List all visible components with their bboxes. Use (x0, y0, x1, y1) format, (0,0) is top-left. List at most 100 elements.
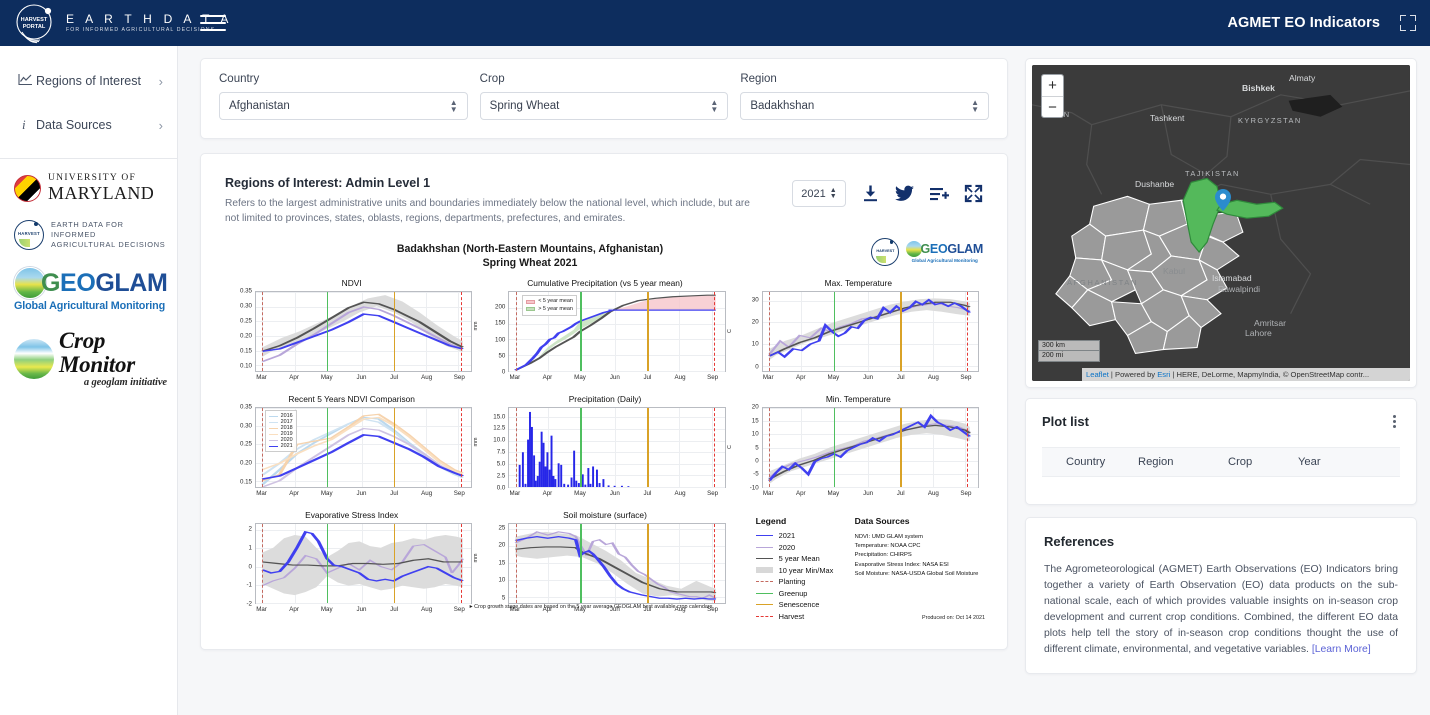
learn-more-link[interactable]: [Learn More] (1312, 644, 1371, 655)
y-axis-labels: 0.0 2.5 5.0 7.5 10.0 12.5 15.0 mm (473, 413, 506, 492)
figure-logos: HARVEST GEOGLAM Global Agricultural Moni… (871, 238, 983, 266)
map-label-tajikistan: TAJIKISTAN (1185, 169, 1240, 178)
crop-select[interactable]: Spring Wheat ▲ ▼ (479, 92, 729, 120)
plot-card-title: Regions of Interest: Admin Level 1 (225, 176, 431, 190)
region-select[interactable]: Badakhshan ▲ ▼ (740, 92, 990, 120)
country-select[interactable]: Afghanistan ▲ ▼ (219, 92, 468, 120)
zoom-in-button[interactable]: + (1042, 75, 1063, 96)
page-title: AGMET EO Indicators (1227, 15, 1380, 31)
plot-list-title: Plot list (1042, 414, 1089, 429)
y-axis-title: mm (473, 553, 480, 563)
map-scale-bar: 300 km 200 mi (1038, 340, 1100, 362)
map-label-kabul: Kabul (1163, 266, 1185, 276)
data-source-item: Precipitation: CHIRPS (854, 552, 912, 559)
map-location-pin[interactable] (1215, 189, 1231, 211)
filter-crop: Crop Spring Wheat ▲ ▼ (479, 73, 729, 138)
select-arrows-icon: ▲ ▼ (449, 98, 458, 114)
download-icon[interactable] (861, 184, 880, 203)
map-label-amritsar: Amritsar (1254, 318, 1286, 328)
y-axis-labels: 0.15 0.20 0.25 0.30 0.35 (239, 403, 252, 486)
x-axis-labels: Mar Apr May Jun Jul Aug Sep (762, 374, 972, 381)
y-axis-labels: 0.10 0.15 0.20 0.25 0.30 0.35 (239, 287, 252, 370)
chart-legend: < 5 year mean > 5 year mean (522, 295, 577, 316)
logo-crop-monitor: Crop Monitor a geoglam initiative (14, 329, 167, 388)
kebab-menu-icon[interactable] (1389, 413, 1400, 430)
y-axis-labels: -10 -5 05 10 15 20 C (726, 403, 759, 492)
plot-list-card: Plot list Country Region Crop Year (1025, 398, 1417, 505)
expand-icon[interactable] (1400, 15, 1416, 31)
chart-cumulative-precipitation: Cumulative Precipitation (vs 5 year mean… (473, 278, 731, 394)
geoglam-wordmark: GEOGLAM (41, 269, 168, 297)
chart-evaporative-stress-index: Evaporative Stress Index -2 -1 01 2 Mar … (225, 510, 478, 626)
plot-area: < 5 year mean > 5 year mean (508, 291, 726, 372)
plot-list-header: Plot list (1042, 413, 1400, 430)
data-source-item: NDVI: UMD GLAM system (854, 534, 923, 540)
y-axis-title: mm (473, 321, 480, 331)
sidebar-item-regions-of-interest[interactable]: Regions of Interest › (0, 64, 177, 98)
year-select[interactable]: 2021 ▲ ▼ (792, 180, 846, 207)
legend-swatch-5yr-mean (755, 558, 773, 560)
legend-label: Harvest (778, 611, 805, 621)
esri-link[interactable]: Esri (1157, 370, 1170, 379)
filter-region: Region Badakhshan ▲ ▼ (740, 73, 990, 138)
leaflet-link[interactable]: Leaflet (1086, 370, 1109, 379)
legend-label: Greenup (778, 588, 808, 598)
figure-legend-panel: Legend 2021 2020 5 year Mean 10 year Min… (470, 510, 985, 626)
sidebar-item-data-sources[interactable]: i Data Sources › (0, 108, 177, 142)
chart-ndvi: NDVI 0.10 0.15 0.20 0.25 0.30 0.35 Mar A… (225, 278, 478, 394)
chart-precipitation-daily: Precipitation (Daily) 0.0 2.5 5.0 7.5 10.0… (473, 394, 731, 510)
y-axis-title: C (726, 444, 733, 449)
fullscreen-icon[interactable] (964, 184, 983, 203)
y-axis-labels: 0 50 100 150 200 mm (473, 303, 506, 376)
chart-title: Recent 5 Years NDVI Comparison (288, 394, 415, 404)
column-header-region: Region (1138, 456, 1174, 468)
map-label-almaty: Almaty (1289, 73, 1316, 83)
legend-swatch-greenup (755, 592, 773, 594)
y-axis-labels: -2 -1 01 2 (246, 525, 252, 608)
app-header: HARVEST PORTAL E A R T H D A T A FOR INF… (0, 0, 1430, 46)
figure-title-line2: Spring Wheat 2021 (482, 257, 578, 269)
leaflet-map[interactable]: + − Almaty Bishkek Tashkent Dushanbe Isl… (1032, 65, 1410, 381)
map-label-afghanistan: AFGHANISTAN (1067, 278, 1139, 287)
map-zoom-controls[interactable]: + − (1041, 74, 1064, 118)
harvest-word: HARVEST (17, 231, 41, 236)
bullet-icon: ▸ (469, 604, 473, 610)
y-axis-title: mm (473, 437, 480, 447)
y-axis-labels: 0 10 20 30 C (726, 296, 759, 371)
map-label-islamabad: Islamabad (1212, 273, 1252, 283)
figure-footnote-text: Crop growth stage dates are based on the… (474, 604, 713, 610)
legend-swatch-minmax-band (755, 567, 773, 574)
plot-area: 2016 2017 2018 2019 2020 2021 (255, 407, 473, 488)
svg-text:HARVEST: HARVEST (21, 17, 48, 23)
hamburger-icon[interactable] (200, 13, 226, 33)
x-axis-labels: Mar Apr May Jun Jul Aug Sep (762, 490, 972, 497)
plot-card-description: Refers to the largest administrative uni… (225, 198, 750, 224)
references-body: The Agrometeorological (AGMET) Earth Obs… (1044, 562, 1398, 658)
attrib-mid: | Powered by (1108, 370, 1158, 379)
filter-label: Country (219, 73, 260, 85)
sidebar-item-label: Regions of Interest (36, 74, 141, 88)
add-to-list-icon[interactable] (929, 185, 949, 203)
geoglam-logo-icon: GEOGLAM Global Agricultural Monitoring (906, 241, 983, 263)
references-card: References The Agrometeorological (AGMET… (1025, 517, 1417, 674)
column-header-year: Year (1298, 456, 1321, 468)
chart-title: Max. Temperature (824, 278, 892, 288)
zoom-out-button[interactable]: − (1042, 96, 1063, 117)
data-source-item: Soil Moisture: NASA-USDA Global Soil Moi… (854, 570, 979, 577)
scale-mi: 200 mi (1038, 351, 1100, 362)
chart-title: NDVI (341, 278, 362, 288)
select-arrows-icon: ▲ ▼ (971, 98, 980, 114)
crop-select-value: Spring Wheat (489, 100, 560, 112)
twitter-icon[interactable] (895, 185, 914, 202)
map-card: + − Almaty Bishkek Tashkent Dushanbe Isl… (1025, 58, 1417, 388)
sidebar-logos: UNIVERSITY OF MARYLAND HARVEST EARTH DAT… (0, 159, 177, 388)
map-label-kyrgyzstan: KYRGYZSTAN (1238, 116, 1302, 125)
plot-card-header: Regions of Interest: Admin Level 1 Refer… (225, 176, 983, 226)
info-icon: i (22, 117, 26, 132)
plot-area (508, 523, 726, 604)
plot-area (761, 407, 979, 488)
brand-logo-group[interactable]: HARVEST PORTAL E A R T H D A T A FOR INF… (0, 2, 228, 44)
plot-area (255, 291, 473, 372)
legend-label: 2021 (280, 443, 293, 450)
y-axis-labels: 5 10 15 20 25 mm (473, 524, 506, 602)
